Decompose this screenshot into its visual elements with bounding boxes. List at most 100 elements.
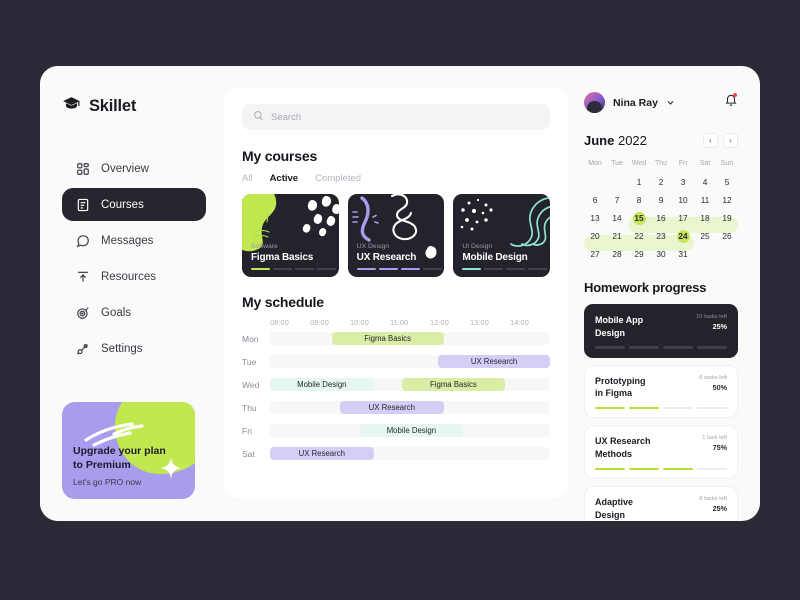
calendar-month: June [584, 133, 615, 148]
schedule-event[interactable]: UX Research [340, 401, 444, 414]
target-icon [75, 305, 90, 320]
calendar-blank [584, 174, 606, 190]
calendar-day[interactable]: 29 [628, 246, 650, 262]
calendar-day[interactable]: 31 [672, 246, 694, 262]
schedule-row: Mon Figma Basics [242, 330, 550, 347]
tab-all[interactable]: All [242, 173, 253, 184]
calendar-day[interactable]: 26 [716, 228, 738, 244]
course-progress [356, 267, 442, 270]
schedule-track: UX Research [270, 401, 550, 414]
schedule-event[interactable]: Mobile Design [270, 378, 374, 391]
homework-tasks-left: 1 task left [702, 435, 727, 442]
promo-title-line1: Upgrade your plan [73, 445, 166, 458]
calendar-day[interactable]: 17 [672, 210, 694, 226]
schedule-event[interactable]: Figma Basics [401, 378, 506, 391]
course-name: Figma Basics [251, 252, 314, 263]
course-progress [462, 267, 548, 270]
calendar-day[interactable]: 27 [584, 246, 606, 262]
homework-progress-bars [595, 346, 727, 349]
calendar-dow: Tue [611, 160, 623, 167]
calendar-day[interactable]: 7 [606, 192, 628, 208]
calendar-day[interactable]: 5 [716, 174, 738, 190]
schedule-title: My schedule [242, 294, 324, 310]
sidebar-item-label: Goals [101, 306, 132, 319]
calendar-day[interactable]: 16 [650, 210, 672, 226]
course-tabs: All Active Completed [242, 173, 550, 184]
upgrade-promo-card[interactable]: Upgrade your plan to Premium Let's go PR… [62, 402, 195, 499]
sidebar-item-resources[interactable]: Resources [62, 260, 206, 293]
calendar-day[interactable]: 28 [606, 246, 628, 262]
calendar-grid: Mon Tue Wed Thu Fri Sat Sun 1 2 3 4 5 6 … [584, 160, 738, 262]
course-category: Software [251, 243, 278, 250]
calendar-day-selected[interactable]: 24 [672, 228, 694, 244]
schedule-track: Figma Basics [270, 332, 550, 345]
schedule-row: Wed Mobile Design Figma Basics [242, 376, 550, 393]
homework-card-ux-research-methods[interactable]: UX Research Methods 1 task left 75% [584, 425, 738, 480]
calendar-day[interactable]: 21 [606, 228, 628, 244]
sidebar-item-messages[interactable]: Messages [62, 224, 206, 257]
sidebar-item-label: Settings [101, 342, 143, 355]
schedule-event[interactable]: Figma Basics [331, 332, 444, 345]
tab-active[interactable]: Active [270, 173, 299, 184]
sidebar-item-goals[interactable]: Goals [62, 296, 206, 329]
homework-card-mobile-app-design[interactable]: Mobile App Design 10 tasks left 25% [584, 304, 738, 358]
calendar-day[interactable]: 6 [584, 192, 606, 208]
schedule-event[interactable]: UX Research [270, 447, 374, 460]
schedule-track: Mobile Design [270, 424, 550, 437]
time-label: 09:00 [310, 318, 329, 327]
course-card-list: Software Figma Basics UX Design UX Resea… [242, 194, 551, 277]
sidebar-item-courses[interactable]: Courses [62, 188, 206, 221]
user-profile[interactable]: Nina Ray [584, 92, 738, 113]
schedule-row: Sat UX Research [242, 445, 550, 462]
schedule-event[interactable]: Mobile Design [359, 424, 464, 437]
schedule-day-label: Sat [242, 448, 255, 459]
calendar-day[interactable]: 10 [672, 192, 694, 208]
search-input[interactable]: Search [271, 112, 301, 123]
calendar-day[interactable]: 13 [584, 210, 606, 226]
course-card-figma-basics[interactable]: Software Figma Basics [242, 194, 339, 277]
homework-card-adaptive-design[interactable]: Adaptive Design 8 tasks left 25% [584, 486, 738, 521]
schedule-event[interactable]: UX Research [438, 355, 550, 368]
calendar-day[interactable]: 14 [606, 210, 628, 226]
calendar-prev-button[interactable]: ‹ [703, 133, 718, 148]
homework-name-line1: UX Research [595, 436, 651, 447]
calendar-day[interactable]: 19 [716, 210, 738, 226]
sidebar-item-settings[interactable]: Settings [62, 332, 206, 365]
course-card-ux-research[interactable]: UX Design UX Research [347, 194, 445, 277]
calendar-day[interactable]: 12 [716, 192, 738, 208]
sidebar-item-overview[interactable]: Overview [62, 152, 206, 185]
calendar-day[interactable]: 4 [694, 174, 716, 190]
course-card-artwork [348, 194, 445, 277]
calendar-day[interactable]: 1 [628, 174, 650, 190]
homework-card-prototyping-in-figma[interactable]: Prototyping in Figma 6 tasks left 50% [584, 364, 738, 419]
search-bar[interactable]: Search [242, 104, 550, 130]
calendar-day[interactable]: 8 [628, 192, 650, 208]
calendar-day[interactable]: 30 [650, 246, 672, 262]
calendar-blank [716, 246, 738, 262]
calendar-day-selected[interactable]: 15 [628, 210, 650, 226]
tab-completed[interactable]: Completed [315, 173, 361, 184]
calendar-next-button[interactable]: › [723, 133, 738, 148]
app-window: Skillet Overview Courses Messages Resour… [40, 66, 760, 521]
chevron-down-icon[interactable] [666, 94, 675, 112]
calendar-day[interactable]: 11 [694, 192, 716, 208]
calendar-header: June 2022 ‹ › [584, 133, 738, 148]
time-label: 08:00 [270, 318, 289, 327]
calendar-day[interactable]: 9 [650, 192, 672, 208]
schedule-row: Thu UX Research [242, 399, 550, 416]
bell-icon[interactable] [724, 93, 738, 112]
calendar-day[interactable]: 2 [650, 174, 672, 190]
calendar-day[interactable]: 20 [584, 228, 606, 244]
document-icon [75, 197, 90, 212]
grid-icon [75, 161, 90, 176]
schedule-grid: Mon Figma Basics Tue UX Research Wed Mob… [242, 330, 550, 462]
calendar-day[interactable]: 22 [628, 228, 650, 244]
calendar-day[interactable]: 23 [650, 228, 672, 244]
time-label: 12:00 [430, 318, 449, 327]
course-card-mobile-design[interactable]: UI Design Mobile Design [453, 194, 551, 277]
calendar-day[interactable]: 18 [694, 210, 716, 226]
calendar-day[interactable]: 25 [694, 228, 716, 244]
calendar-day[interactable]: 3 [672, 174, 694, 190]
schedule-track: UX Research [270, 355, 550, 368]
course-card-artwork [242, 194, 339, 277]
